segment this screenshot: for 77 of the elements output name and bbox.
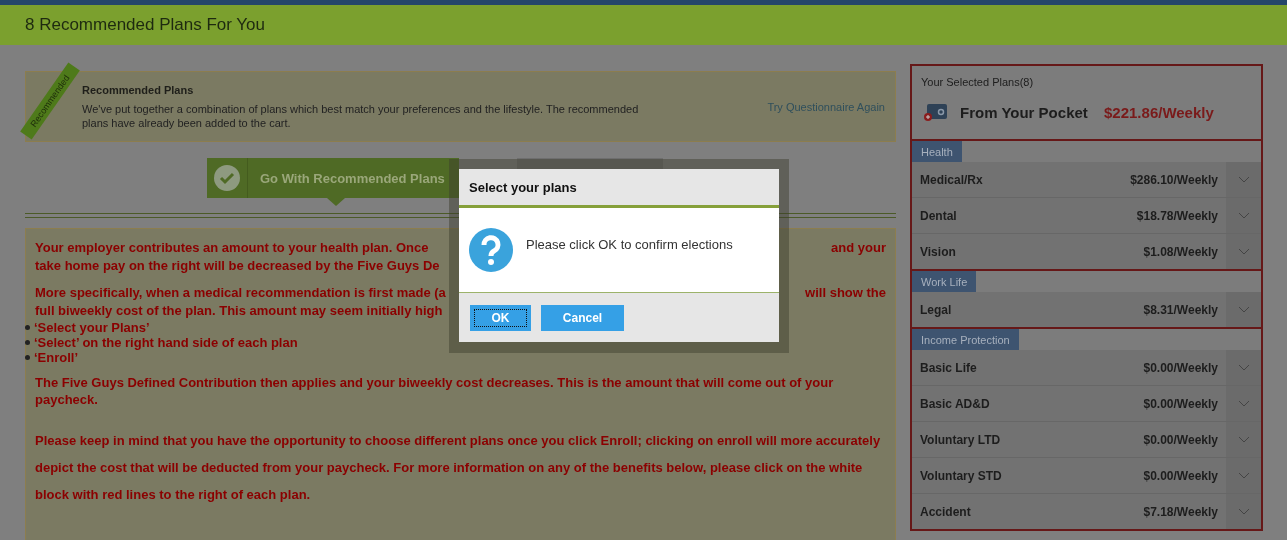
- expand-button[interactable]: [1226, 162, 1261, 197]
- plan-row[interactable]: Legal $8.31/Weekly: [912, 292, 1261, 327]
- plan-name: Vision: [919, 244, 957, 259]
- plan-row[interactable]: Dental $18.78/Weekly: [912, 197, 1261, 233]
- chevron-down-icon: [1237, 306, 1250, 313]
- plan-row[interactable]: Voluntary STD $0.00/Weekly: [912, 457, 1261, 493]
- banner-title: Recommended Plans: [82, 83, 195, 96]
- plan-cost: $0.00/Weekly: [1143, 468, 1219, 483]
- check-icon: [214, 165, 240, 191]
- questionnaire-link[interactable]: Try Questionnaire Again: [767, 100, 885, 113]
- expand-button[interactable]: [1226, 494, 1261, 529]
- expand-button[interactable]: [1226, 386, 1261, 421]
- plan-name: Dental: [919, 208, 958, 223]
- category-tag: Income Protection: [912, 329, 1019, 350]
- plan-name: Basic Life: [919, 360, 978, 375]
- plan-row[interactable]: Accident $7.18/Weekly: [912, 493, 1261, 529]
- chevron-down-icon: [1237, 472, 1250, 479]
- category-tag: Health: [912, 141, 962, 162]
- plan-row[interactable]: Medical/Rx $286.10/Weekly: [912, 162, 1261, 197]
- step-text: ‘Select your Plans’: [34, 320, 150, 335]
- plan-name: Legal: [919, 302, 953, 317]
- expand-button[interactable]: [1226, 422, 1261, 457]
- banner-text: We've put together a combination of plans which best match your preferences and the lifestyle. The recommended plans have already been added to the cart.: [82, 101, 640, 130]
- chevron-down-icon: [1237, 400, 1250, 407]
- plan-cost: $8.31/Weekly: [1143, 302, 1219, 317]
- dialog-button[interactable]: OK: [470, 304, 531, 331]
- pocket-amount: $221.86/Weekly: [1104, 103, 1214, 121]
- chevron-down-icon: [1237, 212, 1250, 219]
- chevron-down-icon: [1237, 248, 1250, 255]
- expand-button[interactable]: [1226, 198, 1261, 233]
- chevron-down-icon: [1237, 176, 1250, 183]
- dialog-message: Please click OK to confirm elections: [526, 236, 733, 252]
- chevron-down-icon: [1237, 508, 1250, 515]
- plan-row[interactable]: Voluntary LTD $0.00/Weekly: [912, 421, 1261, 457]
- bullet-icon: [25, 325, 30, 330]
- notice-text: Your employer contributes an amount to your health plan. Once: [35, 239, 429, 257]
- step-text: ‘Select’ on the right hand side of each plan: [34, 335, 298, 350]
- pointer-notch: [327, 198, 345, 206]
- notice-text: full biweekly cost of the plan. This amount may seem initially high: [35, 302, 443, 320]
- expand-button[interactable]: [1226, 234, 1261, 269]
- plan-name: Accident: [919, 504, 972, 519]
- pocket-label: From Your Pocket: [960, 103, 1089, 121]
- plan-row[interactable]: Vision $1.08/Weekly: [912, 233, 1261, 269]
- plan-cost: $0.00/Weekly: [1143, 432, 1219, 447]
- plan-cost: $18.78/Weekly: [1136, 208, 1219, 223]
- plan-row[interactable]: Basic AD&D $0.00/Weekly: [912, 385, 1261, 421]
- plan-name: Medical/Rx: [919, 172, 984, 187]
- plan-row[interactable]: Basic Life $0.00/Weekly: [912, 350, 1261, 385]
- expand-button[interactable]: [1226, 458, 1261, 493]
- plan-name: Voluntary STD: [919, 468, 1003, 483]
- notice-paragraph: The Five Guys Defined Contribution then applies and your biweekly cost decreases. This is the amount that will come out of your paycheck.: [35, 374, 835, 408]
- bullet-icon: [25, 355, 30, 360]
- notice-text: and your: [831, 239, 886, 257]
- plan-cost: $286.10/Weekly: [1130, 172, 1219, 187]
- plan-name: Voluntary LTD: [919, 432, 1002, 447]
- question-icon: [469, 228, 513, 272]
- notice-text: will show the: [805, 284, 886, 302]
- category-tag: Work Life: [912, 271, 977, 292]
- plan-cost: $7.18/Weekly: [1143, 504, 1219, 519]
- plan-name: Basic AD&D: [919, 396, 991, 411]
- plan-cost: $0.00/Weekly: [1143, 396, 1219, 411]
- chevron-down-icon: [1237, 364, 1250, 371]
- chevron-down-icon: [1237, 436, 1250, 443]
- bullet-icon: [25, 340, 30, 345]
- step-text: ‘Enroll’: [34, 350, 79, 365]
- expand-button[interactable]: [1226, 350, 1261, 385]
- plan-option-button[interactable]: Go With Recommended Plans: [207, 158, 459, 198]
- plan-cost: $1.08/Weekly: [1143, 244, 1219, 259]
- plan-cost: $0.00/Weekly: [1143, 360, 1219, 375]
- wallet-icon: [924, 103, 948, 121]
- dialog-button[interactable]: Cancel: [541, 304, 624, 331]
- selected-plans-title: Your Selected Plans(8): [920, 75, 1035, 88]
- notice-text: take home pay on the right will be decreased by the Five Guys De: [35, 257, 440, 275]
- page-title: 8 Recommended Plans For You: [25, 15, 266, 35]
- notice-paragraph: Please keep in mind that you have the opportunity to choose different plans once you click Enroll; clicking on enroll will more accurately depict the cost that will be deducted from your paycheck. For more information on any of the benefits below, please click on the white block with red lines to the right of each plan.: [35, 432, 882, 504]
- expand-button[interactable]: [1226, 292, 1261, 327]
- notice-text: More specifically, when a medical recommendation is first made (a: [35, 284, 446, 302]
